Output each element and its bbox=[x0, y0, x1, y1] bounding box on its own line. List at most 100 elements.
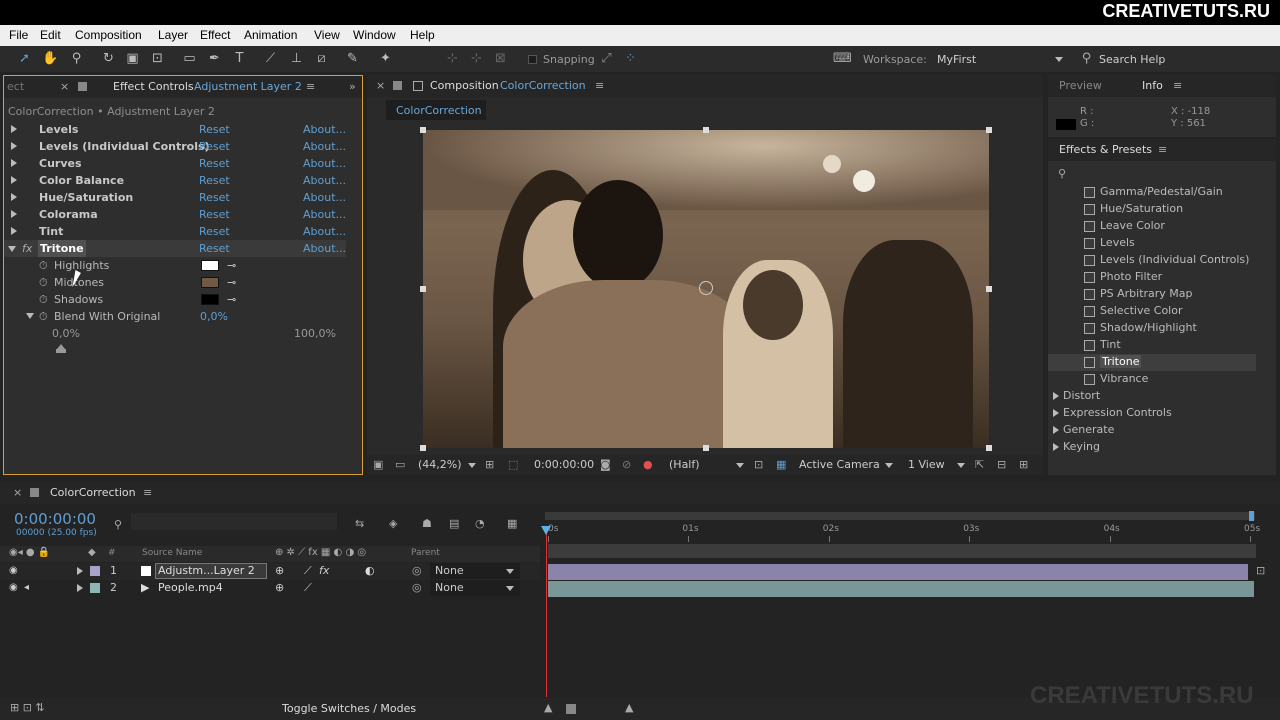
shy-layers-icon[interactable]: ☗ bbox=[422, 517, 432, 530]
panel-menu-icon[interactable]: ≡ bbox=[306, 76, 315, 98]
about-link[interactable]: About... bbox=[303, 189, 346, 206]
tab-effects-presets[interactable]: Effects & Presets bbox=[1059, 139, 1152, 161]
menu-edit[interactable]: Edit bbox=[40, 28, 61, 42]
motion-blur-icon[interactable]: ◔ bbox=[475, 517, 485, 530]
eye-icon[interactable]: ◉ bbox=[9, 582, 18, 593]
layer-handle[interactable] bbox=[986, 445, 992, 451]
hand-tool-icon[interactable]: ✋ bbox=[42, 50, 59, 67]
close-icon[interactable]: × bbox=[60, 76, 69, 98]
pen-tool-icon[interactable]: ✒ bbox=[206, 50, 223, 67]
list-item[interactable]: Shadow/Highlight bbox=[1048, 320, 1256, 337]
tab-effect-controls[interactable]: Effect Controls bbox=[113, 76, 194, 98]
list-item[interactable]: Gamma/Pedestal/Gain bbox=[1048, 184, 1256, 201]
rectangle-tool-icon[interactable]: ▭ bbox=[181, 50, 198, 67]
zoom-out-icon[interactable]: ▲ bbox=[544, 701, 552, 714]
stopwatch-icon[interactable]: ⏱ bbox=[39, 274, 48, 291]
category-item[interactable]: Expression Controls bbox=[1048, 405, 1256, 422]
zoom-level-dropdown[interactable]: (44,2%) bbox=[418, 458, 462, 471]
current-time[interactable]: 0:00:00:00 bbox=[534, 458, 594, 471]
expand-icon[interactable] bbox=[11, 125, 17, 133]
expand-icon[interactable] bbox=[11, 142, 17, 150]
search-icon[interactable]: ⚲ bbox=[1058, 167, 1066, 180]
playhead-line[interactable] bbox=[546, 532, 547, 697]
zoom-in-icon[interactable]: ▲ bbox=[625, 701, 633, 714]
collapse-icon[interactable] bbox=[26, 313, 34, 319]
reset-link[interactable]: Reset bbox=[199, 189, 230, 206]
brush-tool-icon[interactable]: ⟋ bbox=[262, 50, 279, 67]
layer-name[interactable]: People.mp4 bbox=[158, 581, 223, 594]
blend-value[interactable]: 0,0% bbox=[200, 308, 228, 325]
close-icon[interactable]: × bbox=[376, 75, 385, 97]
expand-icon[interactable] bbox=[1053, 426, 1059, 434]
label-color[interactable] bbox=[90, 583, 100, 593]
col-source-name[interactable]: Source Name bbox=[142, 548, 202, 558]
snap-icon[interactable]: ⤢ bbox=[598, 50, 615, 67]
highlights-color-swatch[interactable] bbox=[201, 260, 219, 271]
always-preview-icon[interactable]: ▣ bbox=[373, 458, 383, 471]
chevron-down-icon[interactable] bbox=[736, 463, 744, 468]
reset-link[interactable]: Reset bbox=[199, 172, 230, 189]
audio-icon[interactable]: ◂ bbox=[24, 582, 29, 593]
category-item[interactable]: Generate bbox=[1048, 422, 1256, 439]
pickwhip-icon[interactable]: ◎ bbox=[412, 564, 422, 577]
anchor-point-icon[interactable] bbox=[699, 281, 713, 295]
list-item[interactable]: Levels (Individual Controls) bbox=[1048, 252, 1256, 269]
layer-handle[interactable] bbox=[420, 127, 426, 133]
reset-link[interactable]: Reset bbox=[199, 121, 230, 138]
composition-viewer[interactable] bbox=[423, 130, 989, 448]
list-item[interactable]: Vibrance bbox=[1048, 371, 1256, 388]
axis-local-icon[interactable]: ⊹ bbox=[444, 50, 461, 67]
eye-icon[interactable]: ◉ bbox=[9, 565, 18, 576]
eyedropper-icon[interactable]: ⊸ bbox=[227, 257, 236, 274]
timeline-icon[interactable]: ⊞ bbox=[1019, 458, 1028, 471]
list-item[interactable]: PS Arbitrary Map bbox=[1048, 286, 1256, 303]
layer-bar-footage[interactable] bbox=[548, 581, 1254, 597]
reset-link[interactable]: Reset bbox=[199, 223, 230, 240]
grid-icon[interactable]: ⊞ bbox=[485, 458, 494, 471]
panel-lock-icon[interactable] bbox=[393, 81, 402, 90]
menu-composition[interactable]: Composition bbox=[75, 28, 142, 42]
layer-handle[interactable] bbox=[986, 127, 992, 133]
reset-link[interactable]: Reset bbox=[199, 240, 230, 257]
resolution-dropdown[interactable]: (Half) bbox=[669, 458, 700, 471]
eyedropper-icon[interactable]: ⊸ bbox=[227, 274, 236, 291]
list-item[interactable]: Tritone bbox=[1048, 354, 1256, 371]
expand-icon[interactable] bbox=[77, 584, 83, 592]
work-area-bar[interactable] bbox=[545, 512, 1255, 520]
frame-blending-icon[interactable]: ▤ bbox=[449, 517, 459, 530]
comp-mini-flowchart-icon[interactable]: ⇆ bbox=[355, 517, 364, 530]
layer-handle[interactable] bbox=[703, 127, 709, 133]
zoom-tool-icon[interactable]: ⚲ bbox=[68, 50, 85, 67]
zoom-slider-handle[interactable] bbox=[566, 704, 576, 714]
panel-menu-icon[interactable]: ≡ bbox=[1173, 75, 1182, 97]
label-color[interactable] bbox=[90, 566, 100, 576]
tab-preview[interactable]: Preview bbox=[1059, 75, 1102, 97]
monitor-icon[interactable]: ▭ bbox=[395, 458, 405, 471]
text-tool-icon[interactable]: T bbox=[231, 50, 248, 67]
workspace-chevron-icon[interactable] bbox=[1055, 57, 1063, 62]
panel-menu-icon[interactable]: ≡ bbox=[1158, 139, 1167, 161]
list-item[interactable]: Leave Color bbox=[1048, 218, 1256, 235]
layer-bar-adjustment[interactable] bbox=[548, 564, 1248, 580]
chevron-down-icon[interactable] bbox=[506, 569, 514, 574]
quality-icon[interactable]: ⟋ bbox=[304, 564, 312, 578]
about-link[interactable]: About... bbox=[303, 206, 346, 223]
expand-icon[interactable] bbox=[77, 567, 83, 575]
menu-animation[interactable]: Animation bbox=[244, 28, 297, 42]
playhead-handle[interactable] bbox=[541, 526, 551, 535]
chevron-down-icon[interactable] bbox=[468, 463, 476, 468]
timeline-timecode[interactable]: 0:00:00:00 bbox=[14, 510, 96, 528]
selection-tool-icon[interactable]: ➚ bbox=[16, 50, 33, 67]
snapshot-icon[interactable]: ◙ bbox=[600, 458, 611, 471]
fx-icon[interactable]: fx bbox=[319, 564, 329, 577]
pan-behind-tool-icon[interactable]: ⊡ bbox=[149, 50, 166, 67]
expand-icon[interactable] bbox=[11, 193, 17, 201]
reset-link[interactable]: Reset bbox=[199, 155, 230, 172]
snap-grid-icon[interactable]: ⁘ bbox=[622, 50, 639, 67]
tab-partial[interactable]: ect bbox=[7, 76, 24, 98]
expand-icon[interactable] bbox=[11, 159, 17, 167]
pickwhip-icon[interactable]: ◎ bbox=[412, 581, 422, 594]
roto-brush-tool-icon[interactable]: ✎ bbox=[344, 50, 361, 67]
about-link[interactable]: About... bbox=[303, 240, 346, 257]
shadows-color-swatch[interactable] bbox=[201, 294, 219, 305]
